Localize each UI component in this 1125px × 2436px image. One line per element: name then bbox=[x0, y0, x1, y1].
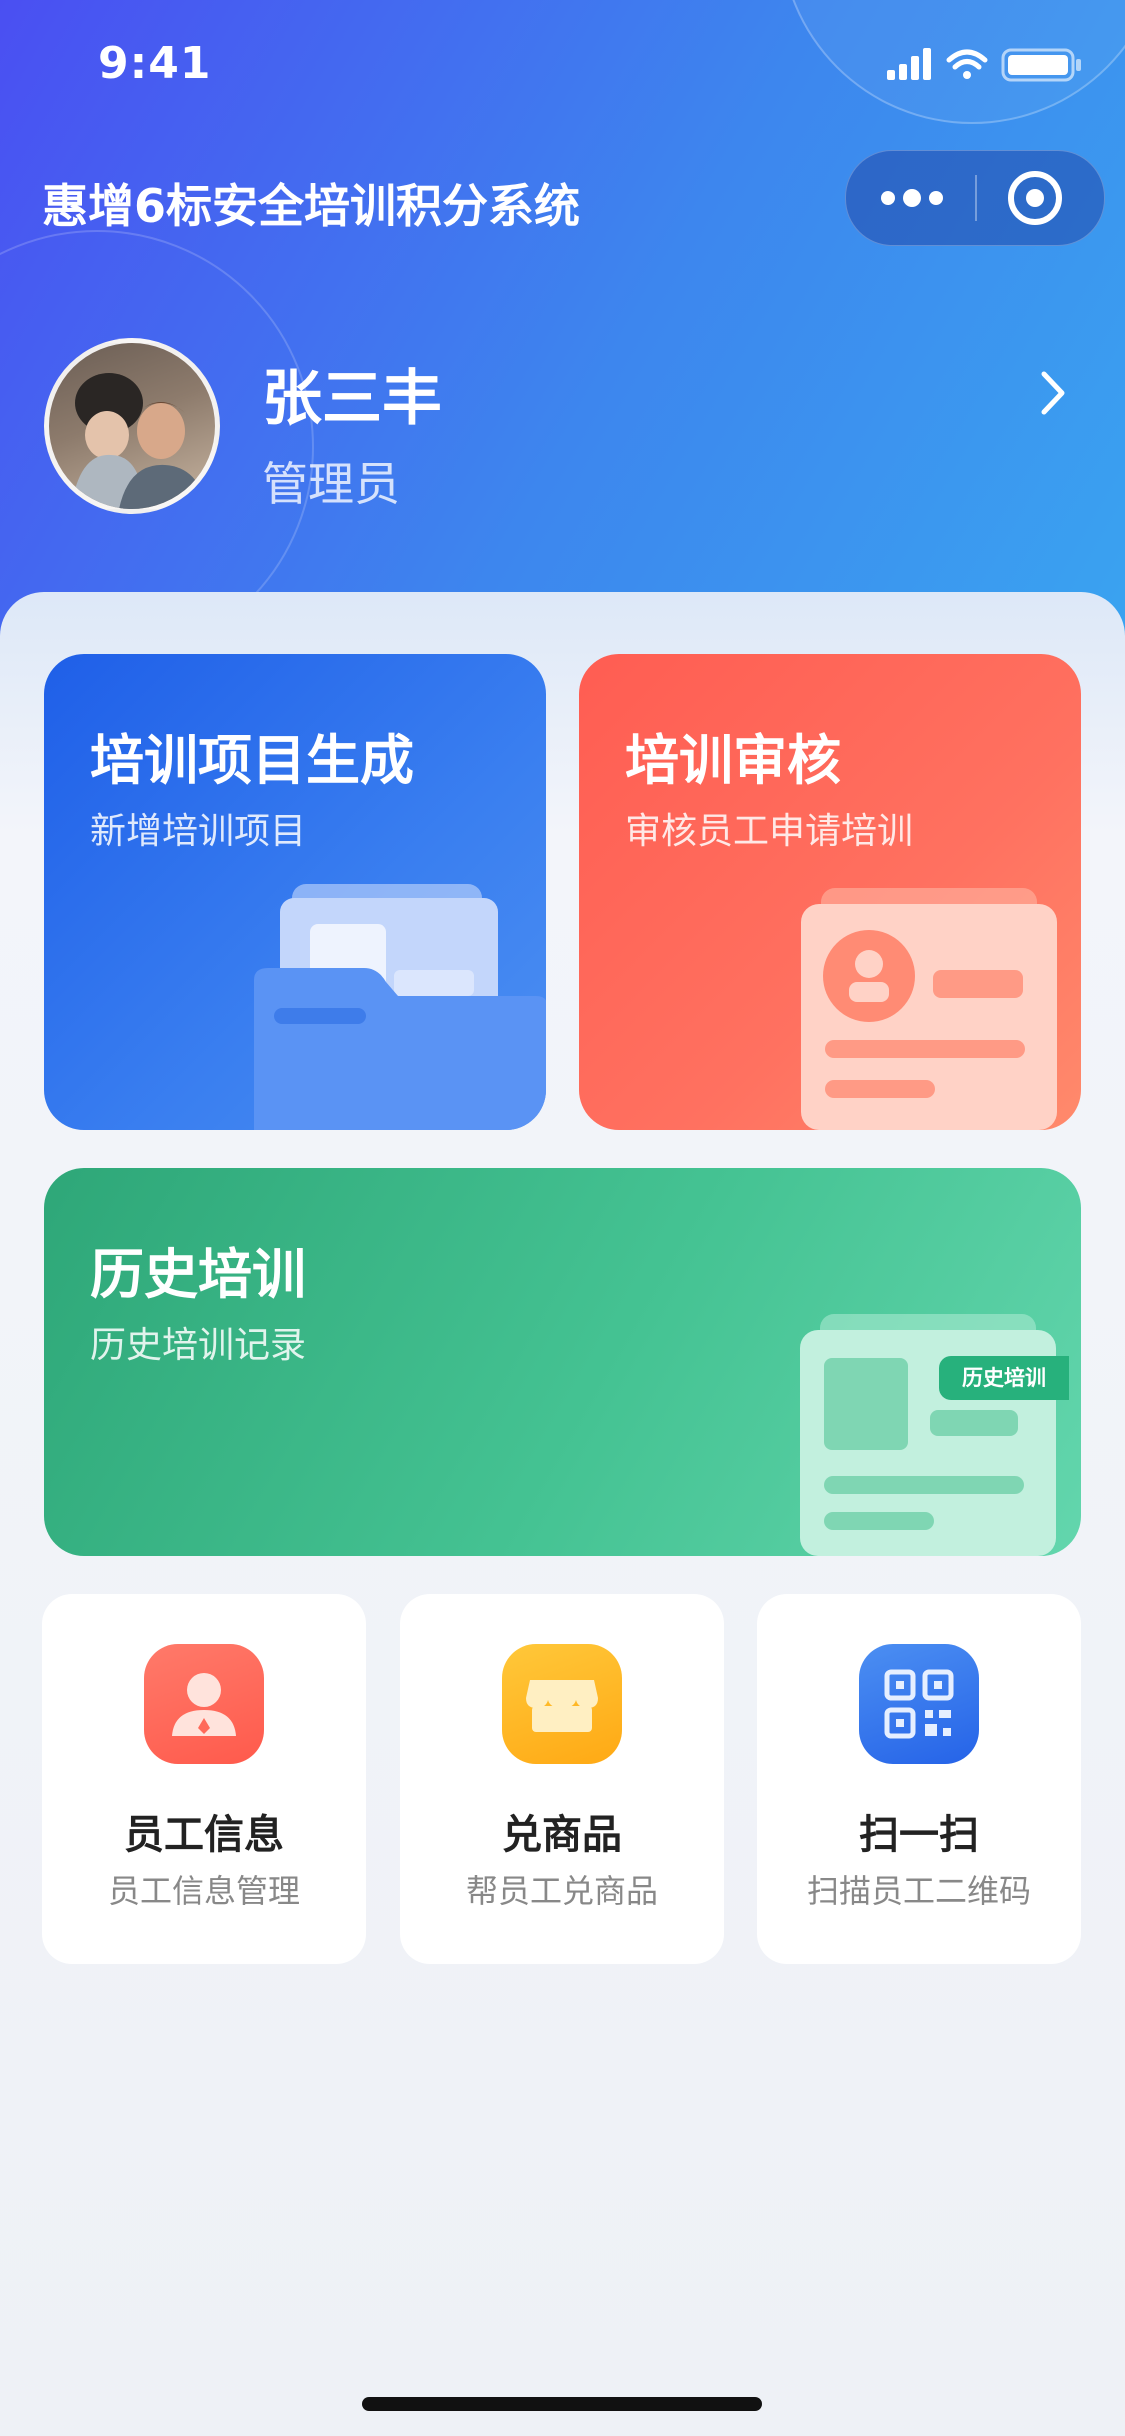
card-subtitle: 审核员工申请培训 bbox=[625, 811, 914, 852]
card-history-training[interactable]: 历史培训 历史培训记录 历史培训 bbox=[44, 1168, 1081, 1556]
app-title: 惠增6标安全培训积分系统 bbox=[42, 179, 581, 233]
more-dots-icon[interactable] bbox=[880, 185, 944, 211]
qr-scan-icon bbox=[859, 1644, 979, 1764]
tile-exchange-goods[interactable]: 兑商品 帮员工兑商品 bbox=[400, 1594, 724, 1964]
store-icon bbox=[502, 1644, 622, 1764]
home-indicator bbox=[362, 2397, 762, 2411]
user-role: 管理员 bbox=[262, 457, 400, 511]
signal-icon bbox=[887, 48, 931, 80]
close-target-icon[interactable] bbox=[1006, 169, 1064, 227]
user-icon bbox=[144, 1644, 264, 1764]
tile-label: 扫一扫 bbox=[859, 1812, 979, 1858]
id-card-icon bbox=[801, 888, 1057, 1130]
tile-subtitle: 帮员工兑商品 bbox=[465, 1872, 658, 1910]
user-name: 张三丰 bbox=[262, 364, 442, 434]
folder-icon bbox=[254, 884, 546, 1130]
history-badge: 历史培训 bbox=[939, 1356, 1069, 1400]
card-create-training[interactable]: 培训项目生成 新增培训项目 bbox=[44, 654, 546, 1130]
status-time: 9:41 bbox=[98, 38, 212, 89]
tile-label: 员工信息 bbox=[124, 1812, 284, 1858]
header: 9:41 惠增6标安全培训积分系统 张三丰 管理员 bbox=[0, 0, 1125, 640]
history-document-icon bbox=[800, 1314, 1056, 1556]
card-subtitle: 历史培训记录 bbox=[90, 1325, 307, 1366]
avatar[interactable] bbox=[44, 338, 220, 514]
card-title: 历史培训 bbox=[90, 1243, 306, 1306]
tile-label: 兑商品 bbox=[502, 1812, 622, 1858]
status-icons bbox=[887, 48, 1081, 82]
tile-subtitle: 扫描员工二维码 bbox=[806, 1872, 1031, 1910]
capsule-divider bbox=[975, 175, 977, 221]
tile-subtitle: 员工信息管理 bbox=[107, 1872, 300, 1910]
battery-icon bbox=[1001, 48, 1081, 82]
avatar-photo bbox=[71, 373, 207, 509]
wifi-icon bbox=[946, 49, 988, 79]
tile-scan[interactable]: 扫一扫 扫描员工二维码 bbox=[757, 1594, 1081, 1964]
card-subtitle: 新增培训项目 bbox=[90, 811, 307, 852]
mini-program-capsule bbox=[845, 150, 1105, 246]
card-review-training[interactable]: 培训审核 审核员工申请培训 bbox=[579, 654, 1081, 1130]
card-title: 培训审核 bbox=[625, 729, 841, 792]
card-title: 培训项目生成 bbox=[90, 729, 414, 792]
chevron-right-icon[interactable] bbox=[1038, 368, 1068, 418]
tile-employee-info[interactable]: 员工信息 员工信息管理 bbox=[42, 1594, 366, 1964]
